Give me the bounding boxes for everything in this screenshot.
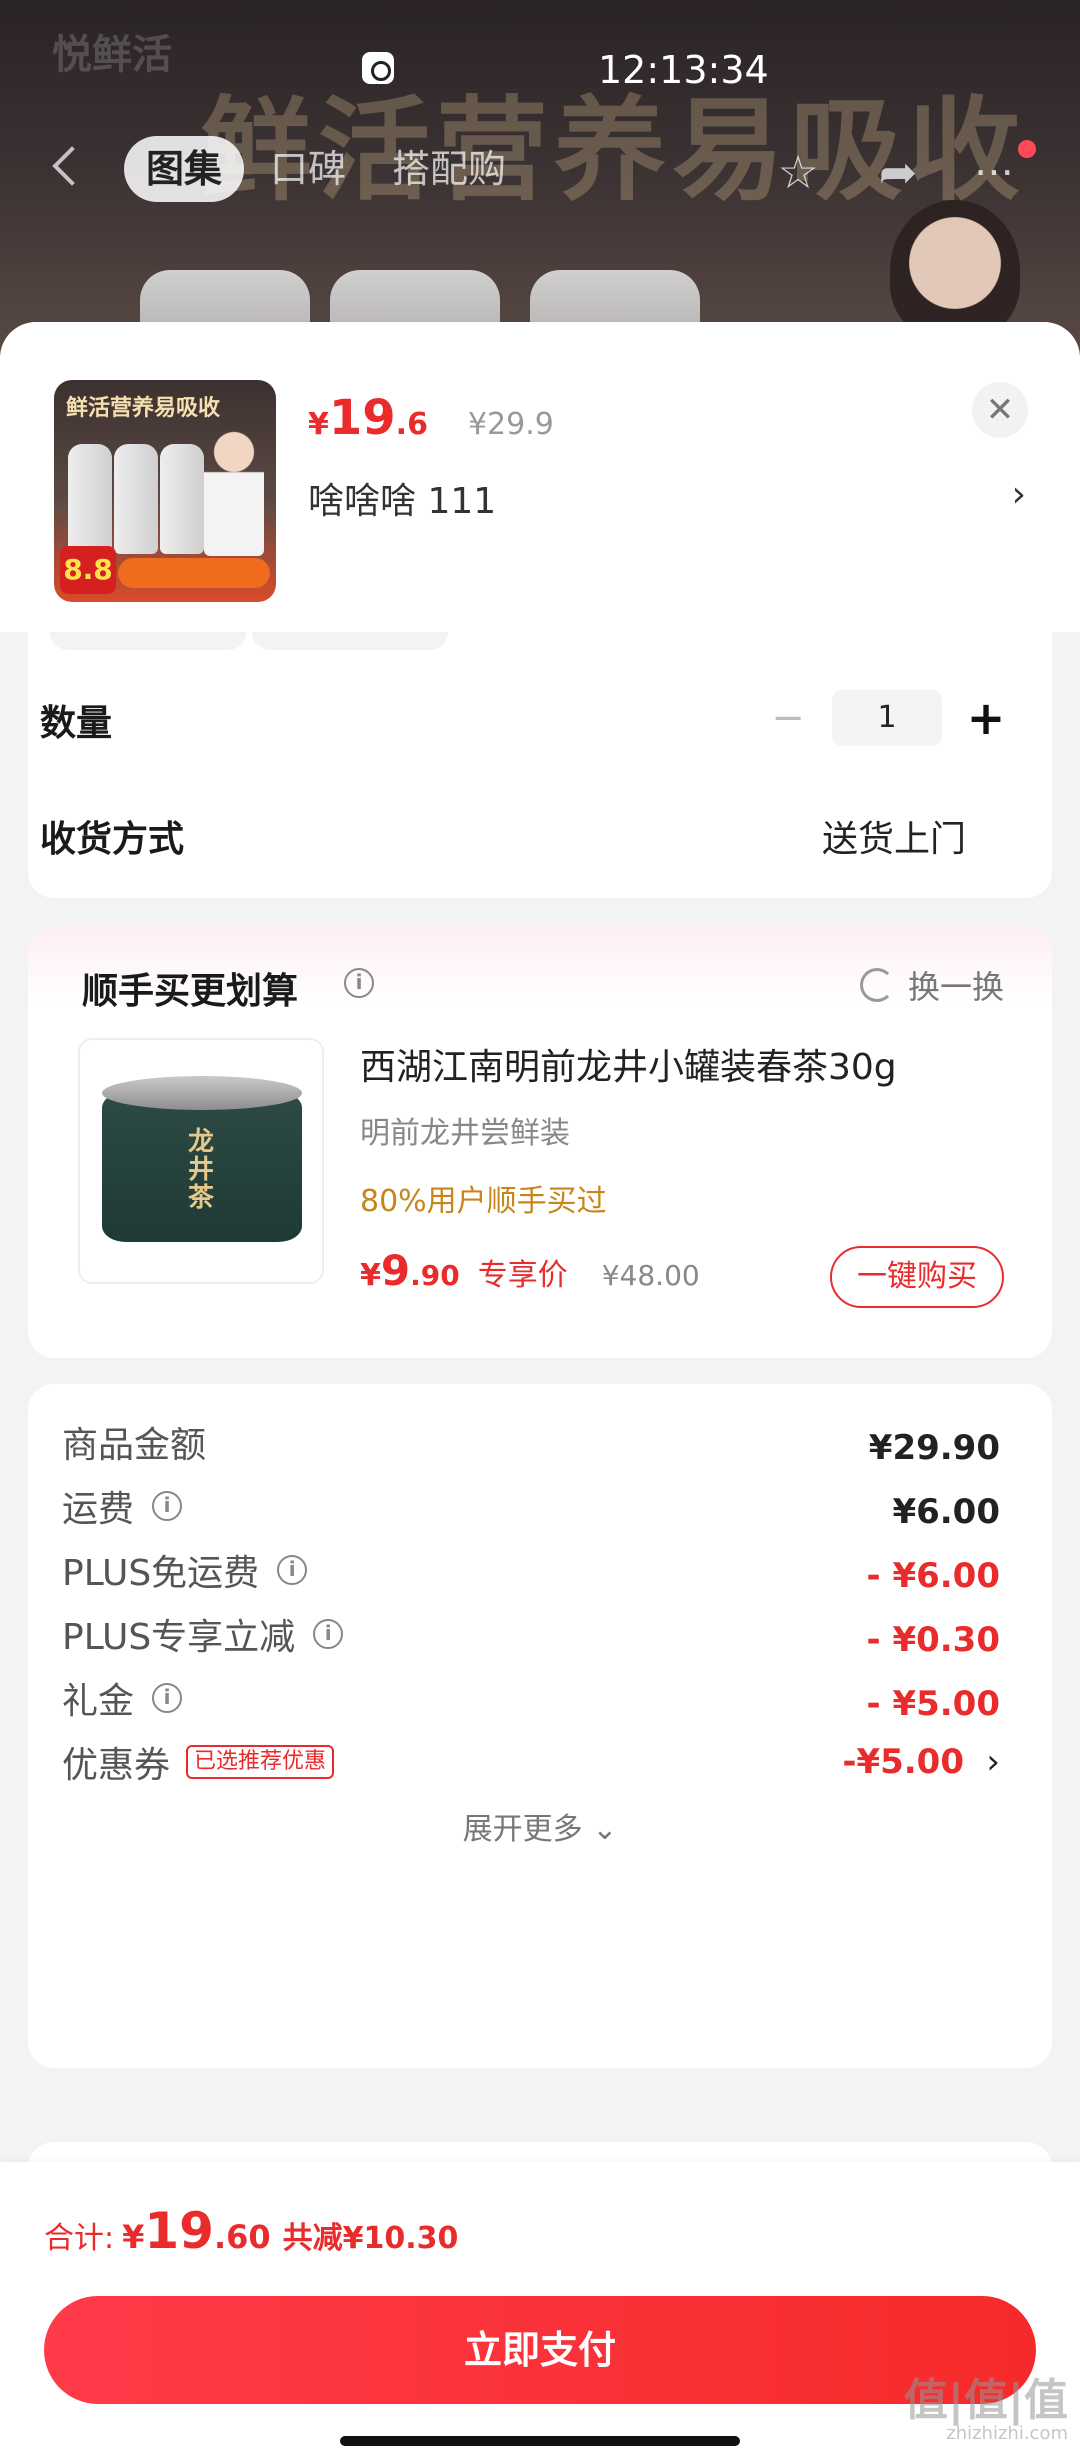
recommend-product-image[interactable]: 龙井茶 bbox=[78, 1038, 324, 1284]
exclusive-price-tag: 专享价 bbox=[477, 1258, 568, 1293]
price-integer: 9 bbox=[380, 1246, 411, 1295]
refresh-icon bbox=[859, 968, 894, 1002]
quantity-value[interactable]: 1 bbox=[832, 690, 942, 746]
spokesperson-image bbox=[890, 200, 1020, 340]
pay-now-button[interactable]: 立即支付 bbox=[44, 2296, 1036, 2404]
notification-dot bbox=[1018, 140, 1036, 158]
breakdown-value: - ¥6.00 bbox=[866, 1556, 1001, 1596]
total-label: 合计: bbox=[44, 2221, 115, 2256]
breakdown-row: 运费 i ¥6.00 bbox=[62, 1476, 1000, 1536]
background-banner: 悦鲜活 鲜活营养易吸收 12:13:34 图集 口碑 搭配购 ☆ ➦ ⋯ bbox=[0, 0, 1080, 360]
product-thumbnail: 鲜活营养易吸收 8.8 bbox=[54, 380, 276, 602]
breakdown-label: 运费 i bbox=[62, 1476, 183, 1536]
bottle-image bbox=[68, 444, 112, 554]
chevron-right-icon[interactable]: › bbox=[1012, 474, 1026, 515]
tea-can-image: 龙井茶 bbox=[102, 1076, 302, 1242]
coupon-row[interactable]: 优惠券 已选推荐优惠 -¥5.00 › bbox=[62, 1732, 1000, 1792]
bottle-image bbox=[114, 444, 158, 554]
recommend-product-name[interactable]: 西湖江南明前龙井小罐装春茶30g bbox=[360, 1038, 897, 1090]
breakdown-value: ¥6.00 bbox=[892, 1492, 1000, 1532]
recommend-price: ¥ 9 .90 专享价 ¥48.00 bbox=[360, 1246, 700, 1295]
status-time: 12:13:34 bbox=[598, 48, 769, 92]
recommend-buyers-stat: 80%用户顺手买过 bbox=[360, 1184, 607, 1219]
delivery-label: 收货方式 bbox=[40, 819, 185, 860]
one-click-buy-button[interactable]: 一键购买 bbox=[830, 1246, 1004, 1308]
spec-chip[interactable] bbox=[50, 632, 246, 650]
total-integer: 19 bbox=[144, 2202, 214, 2260]
total-saved: 共减¥10.30 bbox=[282, 2221, 459, 2256]
share-icon[interactable]: ➦ bbox=[870, 144, 926, 200]
purchase-sheet: 鲜活营养易吸收 8.8 ¥ 19 .6 ¥29.9 ✕ 啥啥啥 111 › 数量… bbox=[0, 322, 1080, 2460]
top-nav: 图集 口碑 搭配购 ☆ ➦ ⋯ bbox=[0, 130, 1080, 210]
options-card: 数量 − 1 + 收货方式 送货上门 bbox=[28, 632, 1052, 898]
info-icon[interactable]: i bbox=[152, 1683, 183, 1713]
star-icon[interactable]: ☆ bbox=[770, 144, 826, 200]
thumbnail-strip bbox=[118, 558, 270, 588]
expand-more-button[interactable]: 展开更多 ⌄ bbox=[28, 1804, 1052, 1848]
quantity-label: 数量 bbox=[40, 703, 113, 744]
price-breakdown-card: 商品金额 ¥29.90 运费 i ¥6.00 PLUS免运费 i - ¥6.00… bbox=[28, 1384, 1052, 2068]
coupon-recommend-tag: 已选推荐优惠 bbox=[186, 1745, 335, 1779]
total-decimal: .60 bbox=[213, 2218, 271, 2256]
price-integer: 19 bbox=[328, 390, 396, 446]
close-icon[interactable]: ✕ bbox=[972, 382, 1028, 438]
home-indicator[interactable] bbox=[340, 2436, 740, 2446]
selected-spec[interactable]: 啥啥啥 111 bbox=[308, 472, 496, 524]
price-decimal: .6 bbox=[395, 407, 428, 442]
price-symbol: ¥ bbox=[308, 407, 329, 442]
delivery-method[interactable]: 送货上门 bbox=[822, 810, 966, 862]
original-price: ¥48.00 bbox=[601, 1259, 700, 1292]
breakdown-row: 礼金 i - ¥5.00 bbox=[62, 1668, 1000, 1728]
breakdown-label: 商品金额 bbox=[62, 1425, 207, 1466]
breakdown-label: 礼金 i bbox=[62, 1668, 183, 1728]
breakdown-row: PLUS免运费 i - ¥6.00 bbox=[62, 1540, 1000, 1600]
breakdown-label: 优惠券 已选推荐优惠 bbox=[62, 1732, 335, 1792]
watermark: 值|值|值 zhizhizhi.com bbox=[903, 2375, 1068, 2444]
refresh-button[interactable]: 换一换 bbox=[859, 962, 1004, 1008]
spec-chip[interactable] bbox=[252, 632, 448, 650]
spokesperson-image bbox=[204, 426, 264, 556]
total-amount: 合计: ¥ 19 .60 共减¥10.30 bbox=[44, 2202, 458, 2260]
product-summary: 鲜活营养易吸收 8.8 ¥ 19 .6 ¥29.9 ✕ 啥啥啥 111 › bbox=[0, 322, 1080, 632]
recommend-title: 顺手买更划算 bbox=[82, 971, 299, 1012]
minus-button[interactable]: − bbox=[758, 695, 818, 741]
recommend-card: 顺手买更划算 i 换一换 龙井茶 西湖江南明前龙井小罐装春茶30g 明前龙井尝鲜… bbox=[28, 926, 1052, 1358]
tab-bundle[interactable]: 搭配购 bbox=[370, 136, 528, 202]
breakdown-row: 商品金额 ¥29.90 bbox=[62, 1412, 1000, 1472]
more-icon[interactable]: ⋯ bbox=[966, 144, 1022, 200]
breakdown-label: PLUS免运费 i bbox=[62, 1540, 308, 1600]
breakdown-value: ¥29.90 bbox=[868, 1428, 1000, 1468]
thumbnail-badge: 8.8 bbox=[60, 546, 116, 594]
plus-button[interactable]: + bbox=[956, 691, 1016, 745]
info-icon[interactable]: i bbox=[344, 968, 374, 998]
back-icon[interactable] bbox=[48, 146, 88, 190]
breakdown-value: -¥5.00 bbox=[842, 1742, 964, 1782]
breakdown-value: - ¥5.00 bbox=[866, 1684, 1001, 1724]
brand-logo: 悦鲜活 bbox=[52, 32, 172, 78]
breakdown-value: - ¥0.30 bbox=[866, 1620, 1001, 1660]
tab-reviews[interactable]: 口碑 bbox=[248, 136, 368, 202]
refresh-label: 换一换 bbox=[907, 968, 1004, 1006]
notification-icon bbox=[362, 52, 394, 84]
tea-can-label: 龙井茶 bbox=[187, 1127, 214, 1213]
chevron-right-icon[interactable]: › bbox=[986, 1732, 1000, 1792]
original-price: ¥29.9 bbox=[467, 407, 554, 442]
breakdown-label: PLUS专享立减 i bbox=[62, 1604, 344, 1664]
tab-gallery[interactable]: 图集 bbox=[124, 136, 245, 202]
recommend-product-subtitle: 明前龙井尝鲜装 bbox=[360, 1116, 570, 1151]
breakdown-row: PLUS专享立减 i - ¥0.30 bbox=[62, 1604, 1000, 1664]
price-decimal: .90 bbox=[410, 1259, 460, 1292]
bottle-image bbox=[160, 444, 204, 554]
info-icon[interactable]: i bbox=[152, 1491, 183, 1521]
price-symbol: ¥ bbox=[360, 1258, 381, 1293]
total-symbol: ¥ bbox=[122, 2218, 145, 2256]
product-price: ¥ 19 .6 ¥29.9 bbox=[308, 390, 554, 446]
chevron-down-icon: ⌄ bbox=[582, 1812, 618, 1847]
thumbnail-slogan: 鲜活营养易吸收 bbox=[66, 396, 221, 421]
info-icon[interactable]: i bbox=[313, 1619, 344, 1649]
quantity-stepper: − 1 + bbox=[758, 690, 1016, 746]
info-icon[interactable]: i bbox=[277, 1555, 308, 1585]
